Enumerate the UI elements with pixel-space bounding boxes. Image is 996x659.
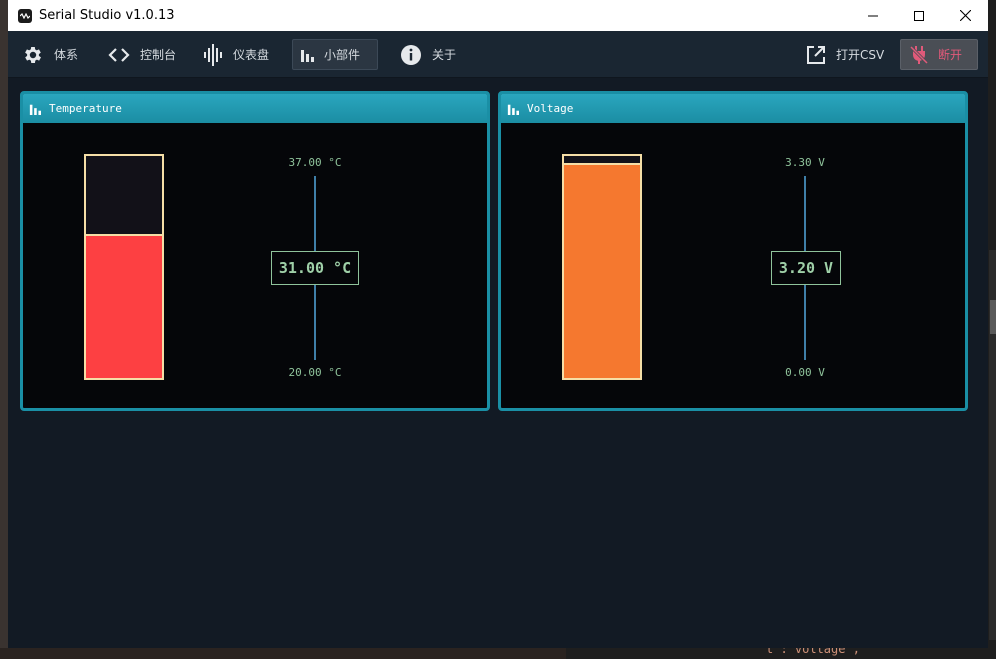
app-window: Serial Studio v1.0.13 体系 控制台 仪表盘 小部件 关于 … [8,0,988,648]
open-external-icon [806,45,826,65]
voltage-value: 3.20 V [771,251,841,285]
open-csv-button[interactable]: 打开CSV [806,39,884,70]
toolbar-about-label: 关于 [432,48,457,62]
app-logo-icon [18,8,32,23]
temperature-max-label: 37.00 °C [288,156,342,169]
widget-title: Temperature [49,102,122,115]
widget-title: Voltage [527,102,574,115]
toolbar-setup-button[interactable]: 体系 [22,39,78,70]
toolbar-about-button[interactable]: 关于 [400,39,456,70]
voltage-max-label: 3.30 V [785,156,825,169]
close-button[interactable] [942,0,988,31]
minimize-button[interactable] [850,0,896,31]
waveform-icon [203,43,223,66]
bar-chart-icon [300,48,314,62]
background-scrollbar-thumb [990,300,996,334]
window-title: Serial Studio v1.0.13 [39,8,175,23]
voltage-min-label: 0.00 V [785,366,825,379]
bar-chart-icon [29,103,41,115]
open-csv-label: 打开CSV [836,48,885,62]
window-controls [850,0,988,31]
voltage-widget: Voltage 3.30 V 3.20 V 0.00 V [498,91,968,411]
toolbar-widgets-label: 小部件 [324,48,361,62]
close-icon [959,10,971,21]
title-bar[interactable]: Serial Studio v1.0.13 [8,0,988,31]
unplug-icon [910,45,928,65]
gear-icon [22,44,44,66]
minimize-icon [868,15,878,16]
toolbar-setup-label: 体系 [54,48,79,62]
voltage-tank-fill [564,162,640,378]
maximize-icon [914,10,924,21]
toolbar-widgets-button[interactable]: 小部件 [292,39,378,70]
toolbar-console-label: 控制台 [140,48,177,62]
info-icon [400,44,422,66]
widget-header: Voltage [501,94,965,123]
voltage-tank [562,154,642,380]
bar-chart-icon [507,103,519,115]
code-icon [108,47,130,63]
toolbar-dashboard-label: 仪表盘 [233,48,270,62]
temperature-min-label: 20.00 °C [288,366,342,379]
main-toolbar: 体系 控制台 仪表盘 小部件 关于 打开CSV 断开 [8,31,988,78]
temperature-tank [84,154,164,380]
temperature-value: 31.00 °C [271,251,359,285]
maximize-button[interactable] [896,0,942,31]
temperature-widget: Temperature 37.00 °C 31.00 °C 20.00 °C [20,91,490,411]
temperature-tank-fill [86,234,162,378]
toolbar-dashboard-button[interactable]: 仪表盘 [203,39,269,70]
widget-header: Temperature [23,94,487,123]
disconnect-button[interactable]: 断开 [900,39,978,70]
disconnect-label: 断开 [938,48,963,62]
toolbar-console-button[interactable]: 控制台 [108,39,176,70]
